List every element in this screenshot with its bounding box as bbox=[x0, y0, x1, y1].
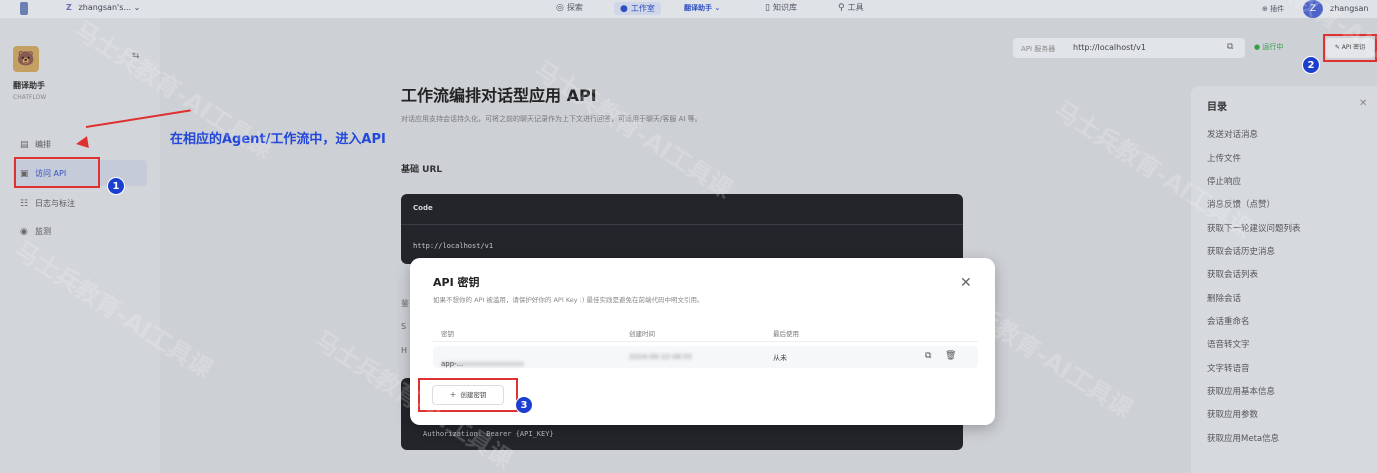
step-badge: 3 bbox=[515, 396, 533, 414]
workspace-name: zhangsan's... bbox=[78, 3, 132, 12]
code-body: http://localhost/v1 bbox=[413, 242, 494, 250]
current-app-chip[interactable]: 翻译助手 ⌄ bbox=[684, 3, 720, 13]
modal-description: 如果不想你的 API 被滥用，请保护好你的 API Key :) 最佳实践是避免… bbox=[433, 296, 704, 304]
toc-item[interactable]: 会话重命名 bbox=[1207, 315, 1250, 327]
copy-icon[interactable]: ⧉ bbox=[925, 351, 931, 361]
plugins-link[interactable]: ⊕ 插件 bbox=[1262, 4, 1284, 14]
nav-explore[interactable]: ◎ 探索 bbox=[556, 2, 583, 13]
toc-item[interactable]: 获取会话历史消息 bbox=[1207, 245, 1275, 257]
monitor-icon: ◉ bbox=[20, 226, 28, 237]
top-navbar: Z zhangsan's... ⌄ ◎ 探索 ● 工作室 翻译助手 ⌄ ▯ 知识… bbox=[0, 0, 1377, 18]
table-header: 密钥 创建时间 最后使用 bbox=[433, 322, 978, 342]
api-server-url: API 服务器 http://localhost/v1 ⧉ bbox=[1013, 38, 1245, 58]
code-block: Code http://localhost/v1 bbox=[401, 194, 963, 264]
workspace-avatar: Z bbox=[66, 3, 72, 12]
sidebar-item-logs[interactable]: ☷ 日志与标注 bbox=[20, 198, 75, 209]
toc-item[interactable]: 文字转语音 bbox=[1207, 362, 1250, 374]
toc-item[interactable]: 发送对话消息 bbox=[1207, 128, 1258, 140]
page-title: 工作流编排对话型应用 API bbox=[401, 86, 597, 105]
nav-tools[interactable]: ⚲ 工具 bbox=[838, 2, 864, 13]
text-partial: H bbox=[401, 346, 408, 355]
compass-icon: ◎ bbox=[556, 2, 564, 13]
avatar[interactable]: Z bbox=[1303, 0, 1323, 18]
toc-item[interactable]: 获取应用Meta信息 bbox=[1207, 432, 1279, 444]
toc-item[interactable]: 删除会话 bbox=[1207, 292, 1241, 304]
divider bbox=[401, 224, 963, 225]
step-badge: 1 bbox=[107, 177, 125, 195]
workspace-icon: ● bbox=[620, 3, 628, 14]
nav-studio[interactable]: ● 工作室 bbox=[614, 2, 661, 15]
highlight-box-create bbox=[418, 378, 518, 412]
created-time: 2024-09-10 08:55 bbox=[629, 353, 693, 361]
nav-knowledge[interactable]: ▯ 知识库 bbox=[765, 2, 797, 13]
base-url-heading: 基础 URL bbox=[401, 165, 443, 175]
collapse-sidebar-icon[interactable]: ⇆ bbox=[132, 51, 140, 61]
toc-item[interactable]: 获取应用基本信息 bbox=[1207, 385, 1275, 397]
column-header: 创建时间 bbox=[629, 330, 655, 338]
toc-item[interactable]: 停止响应 bbox=[1207, 175, 1241, 187]
table-row: app-... xxxxxxxxxxxxxxxxxxxx 2024-09-10 … bbox=[433, 346, 978, 368]
toc-item[interactable]: 上传文件 bbox=[1207, 152, 1241, 164]
auth-code-line: Authorization: Bearer {API_KEY} bbox=[423, 430, 554, 438]
trash-icon[interactable]: 🗑 bbox=[945, 351, 956, 361]
user-name[interactable]: zhangsan bbox=[1330, 4, 1368, 13]
left-sidebar: 🐻 ⇆ 翻译助手 CHATFLOW ▤ 编排 ▣ 访问 API ☷ 日志与标注 … bbox=[0, 18, 160, 473]
close-icon[interactable]: ✕ bbox=[1359, 98, 1367, 109]
step-badge: 2 bbox=[1302, 56, 1320, 74]
column-header: 密钥 bbox=[441, 330, 454, 338]
overview-icon: ▤ bbox=[20, 139, 29, 150]
highlight-box-api bbox=[14, 157, 100, 188]
column-header: 最后使用 bbox=[773, 330, 799, 338]
table-of-contents: 目录 ✕ 发送对话消息 上传文件 停止响应 消息反馈（点赞） 获取下一轮建议问题… bbox=[1191, 86, 1377, 473]
book-icon: ▯ bbox=[765, 2, 770, 13]
app-type: CHATFLOW bbox=[13, 94, 47, 101]
toc-item[interactable]: 获取会话列表 bbox=[1207, 268, 1258, 280]
sidebar-item-monitor[interactable]: ◉ 监测 bbox=[20, 226, 51, 237]
chevron-down-icon: ⌄ bbox=[133, 3, 141, 12]
toc-item[interactable]: 语音转文字 bbox=[1207, 338, 1250, 350]
last-used: 从未 bbox=[773, 354, 787, 362]
section-heading-partial: 鉴 bbox=[401, 299, 409, 308]
modal-title: API 密钥 bbox=[433, 276, 480, 289]
highlight-box-api-key bbox=[1323, 34, 1377, 62]
workspace-switcher[interactable]: Z zhangsan's... ⌄ bbox=[66, 3, 140, 12]
status-badge: ● 运行中 bbox=[1254, 43, 1284, 51]
app-avatar-icon: 🐻 bbox=[13, 46, 39, 72]
text-partial: S bbox=[401, 322, 407, 331]
tools-icon: ⚲ bbox=[838, 2, 845, 13]
annotation-text: 在相应的Agent/工作流中，进入API bbox=[170, 132, 386, 147]
toc-item[interactable]: 消息反馈（点赞） bbox=[1207, 198, 1275, 210]
page-description: 对话应用支持会话持久化，可将之前的聊天记录作为上下文进行回答，可适用于聊天/客服… bbox=[401, 115, 702, 123]
annotation-arrow-head bbox=[75, 136, 89, 150]
toc-item[interactable]: 获取应用参数 bbox=[1207, 408, 1258, 420]
app-name: 翻译助手 bbox=[13, 81, 45, 90]
toc-item[interactable]: 获取下一轮建议问题列表 bbox=[1207, 222, 1301, 234]
close-icon[interactable]: ✕ bbox=[960, 275, 972, 291]
sidebar-item-orchestrate[interactable]: ▤ 编排 bbox=[20, 139, 51, 150]
copy-icon[interactable]: ⧉ bbox=[1227, 42, 1233, 52]
app-logo[interactable] bbox=[20, 2, 28, 15]
code-header: Code bbox=[413, 204, 433, 212]
toc-title: 目录 bbox=[1207, 102, 1227, 113]
logs-icon: ☷ bbox=[20, 198, 29, 209]
